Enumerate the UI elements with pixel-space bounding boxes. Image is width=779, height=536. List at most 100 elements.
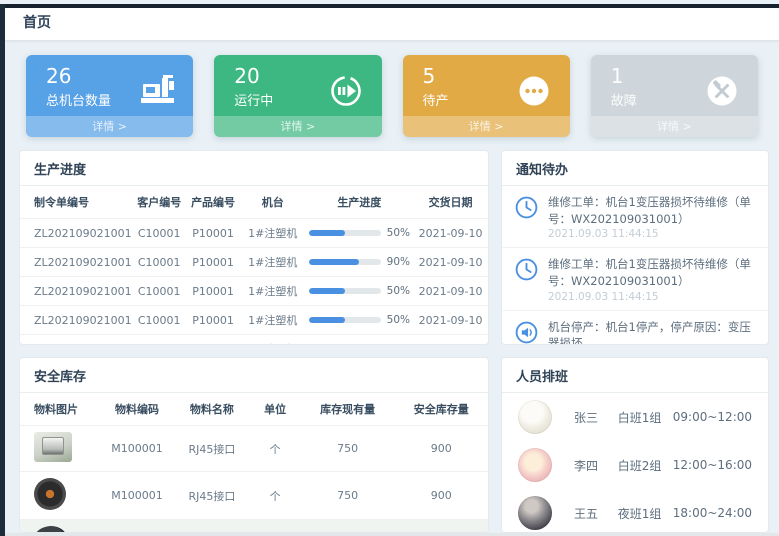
column-header: 库存现有量 [301,393,395,426]
panel-title: 人员排班 [502,358,768,393]
delivery-date-cell: 2021-09-10 [413,277,488,306]
staff-name: 王五 [574,505,618,522]
material-image-cell [20,426,100,472]
stat-card-fault[interactable]: 1 故障 详情 > [591,55,758,137]
panel-grid: 生产进度 制令单编号 客户编号 产品编号 机台 生产进度 交货日期 [19,150,765,533]
panel-title: 安全库存 [20,358,488,393]
stock-qty-cell: 750 [301,426,395,472]
customer-cell: C10001 [132,219,186,248]
material-name-cell: RJ45接口 [174,520,249,534]
notice-body: 机台停产：机台1停产，停产原因：变压器损坏 2021.09.03 11:44:1… [548,319,756,345]
unit-cell: 个 [249,472,300,520]
staff-name: 李四 [574,457,618,474]
delivery-date-cell: 2021-09-10 [413,306,488,335]
notice-item[interactable]: 维修工单：机台1变压器损坏待维修（单号：WX202109031001） 2021… [502,248,768,310]
stat-card-running[interactable]: 20 运行中 详情 > [214,55,381,137]
column-header: 交货日期 [413,186,488,219]
column-header: 单位 [249,393,300,426]
inventory-table: 物料图片 物料编码 物料名称 单位 库存现有量 安全库存量 [20,393,488,533]
product-cell: P10001 [186,335,240,346]
customer-cell: C10001 [132,277,186,306]
notice-item[interactable]: 维修工单：机台1变压器损坏待维修（单号：WX202109031001） 2021… [502,186,768,248]
detail-link[interactable]: 详情 > [591,116,758,137]
table-row: M100001 RJ45接口 个 750 900 [20,472,488,520]
notice-item[interactable]: 机台停产：机台1停产，停产原因：变压器损坏 2021.09.03 11:44:1… [502,311,768,345]
table-row: ZL202109021001 C10001 P10001 1#注塑机 50% 2… [20,306,488,335]
stat-card-waiting[interactable]: 5 待产 详情 > [403,55,570,137]
stock-qty-cell: 750 [301,472,395,520]
table-header-row: 物料图片 物料编码 物料名称 单位 库存现有量 安全库存量 [20,393,488,426]
progress-bar [309,259,381,265]
table-row: M100001 RJ45接口 个 750 900 [20,426,488,472]
product-cell: P10001 [186,306,240,335]
speaker-icon [514,320,539,345]
avatar [518,400,552,434]
collapsed-sidebar-edge [0,4,5,536]
production-progress-panel: 生产进度 制令单编号 客户编号 产品编号 机台 生产进度 交货日期 [19,150,489,345]
machine-cell: 1#注塑机 [240,277,306,306]
notice-timestamp: 2021.09.03 11:44:15 [548,291,756,303]
machine-cell: 1#注塑机 [240,219,306,248]
progress-cell: 90% [306,248,414,277]
notice-text: 机台停产：机台1停产，停产原因：变压器损坏 [548,319,756,345]
shift-label: 白班2组 [618,457,673,474]
progress-percent: 50% [387,343,410,345]
panel-title: 生产进度 [20,151,488,186]
running-icon [326,71,366,111]
production-table: 制令单编号 客户编号 产品编号 机台 生产进度 交货日期 ZL202109021… [20,186,488,345]
material-code-cell: M100001 [100,520,175,534]
table-row: ZL202109021001 C10001 P10001 1#注塑机 50% 2… [20,277,488,306]
material-code-cell: M100001 [100,426,175,472]
detail-link[interactable]: 详情 > [214,116,381,137]
material-image-cell [20,472,100,520]
table-row: ZL202109021001 C10001 P10001 1#注塑机 50% 2… [20,219,488,248]
table-header-row: 制令单编号 客户编号 产品编号 机台 生产进度 交货日期 [20,186,488,219]
column-header: 客户编号 [132,186,186,219]
ellipsis-icon [514,71,554,111]
customer-cell: C10001 [132,248,186,277]
shift-time: 12:00~16:00 [673,458,752,472]
table-row: ZL202109021001 C10001 P10001 1#注塑机 50% 2… [20,335,488,346]
order-no-cell: ZL202109021001 [20,248,132,277]
inventory-table-body: M100001 RJ45接口 个 750 900 M100001 [20,426,488,534]
round-speaker-image [34,478,66,510]
notice-timestamp: 2021.09.03 11:44:15 [548,228,756,240]
material-name-cell: RJ45接口 [174,472,249,520]
notice-text: 维修工单：机台1变压器损坏待维修（单号：WX202109031001） [548,256,756,289]
material-image-cell [20,520,100,534]
detail-link[interactable]: 详情 > [403,116,570,137]
delivery-date-cell: 2021-09-10 [413,248,488,277]
staff-schedule-panel: 人员排班 张三 白班1组 09:00~12:00 李四 白班2组 12:00~1… [501,357,769,533]
avatar [518,448,552,482]
machine-icon [137,71,177,111]
column-header: 物料名称 [174,393,249,426]
progress-percent: 50% [387,314,410,326]
delivery-date-cell: 2021-09-10 [413,335,488,346]
schedule-list: 张三 白班1组 09:00~12:00 李四 白班2组 12:00~16:00 [502,393,768,533]
notice-text: 维修工单：机台1变压器损坏待维修（单号：WX202109031001） [548,194,756,227]
dashboard-content: 26 总机台数量 详情 > 20 运行中 详情 > 5 待产 [5,41,779,533]
notice-body: 维修工单：机台1变压器损坏待维修（单号：WX202109031001） 2021… [548,256,756,302]
shift-label: 夜班1组 [618,505,673,522]
stat-card-total-machines[interactable]: 26 总机台数量 详情 > [26,55,193,137]
column-header: 生产进度 [306,186,414,219]
panel-title: 通知待办 [502,151,768,186]
machine-cell: 1#注塑机 [240,248,306,277]
column-header: 制令单编号 [20,186,132,219]
shift-time: 18:00~24:00 [673,506,752,520]
machine-cell: 1#注塑机 [240,306,306,335]
schedule-row: 王五 夜班1组 18:00~24:00 [502,489,768,533]
window-top-edge [0,4,779,8]
shift-time: 09:00~12:00 [673,410,752,424]
progress-percent: 90% [387,256,410,268]
progress-cell: 50% [306,219,414,248]
table-row: M100001 RJ45接口 个 750 900 [20,520,488,534]
page-title: 首页 [23,12,51,32]
detail-link[interactable]: 详情 > [26,116,193,137]
product-cell: P10001 [186,248,240,277]
stat-cards-row: 26 总机台数量 详情 > 20 运行中 详情 > 5 待产 [19,55,765,137]
rj45-image [34,432,72,462]
stock-qty-cell: 750 [301,520,395,534]
clock-icon [514,195,539,220]
order-no-cell: ZL202109021001 [20,306,132,335]
